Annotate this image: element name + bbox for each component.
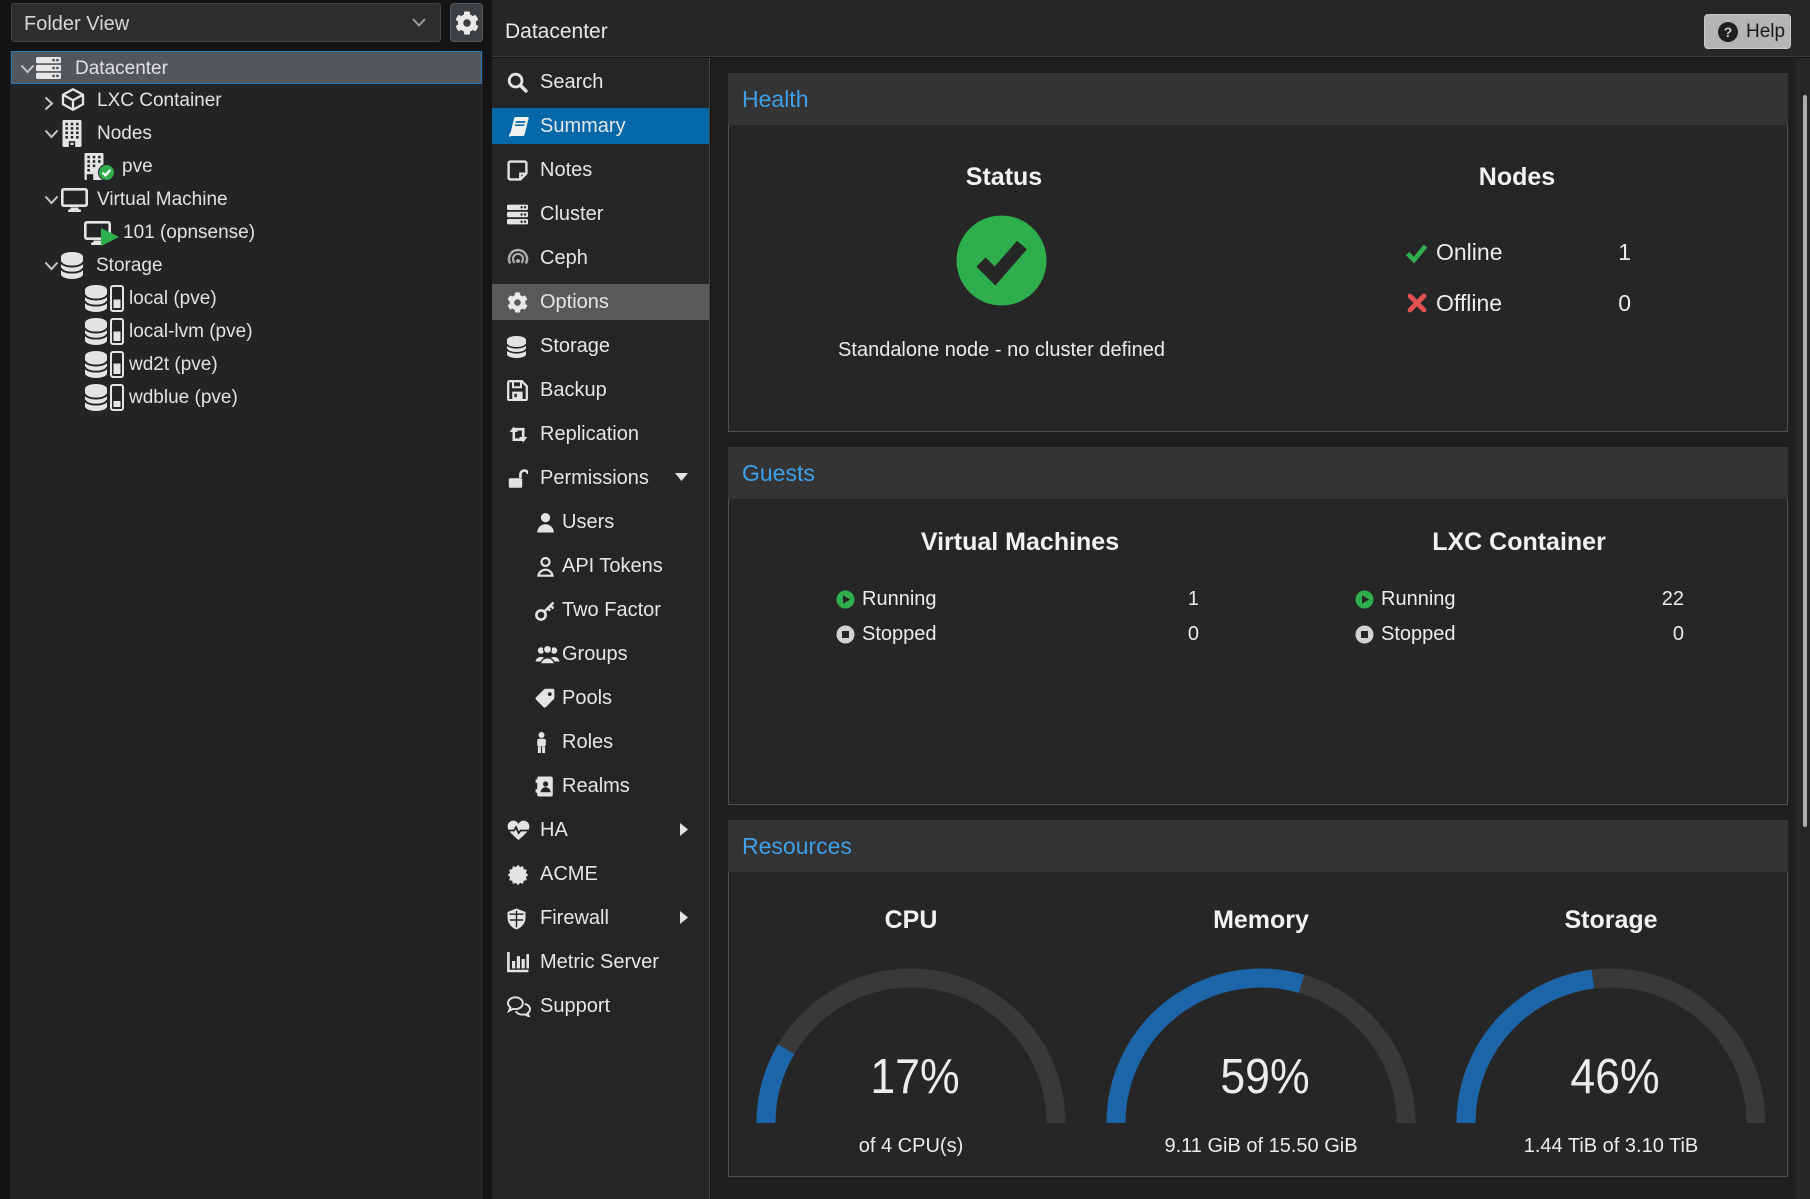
svg-text:?: ?	[1724, 24, 1733, 40]
